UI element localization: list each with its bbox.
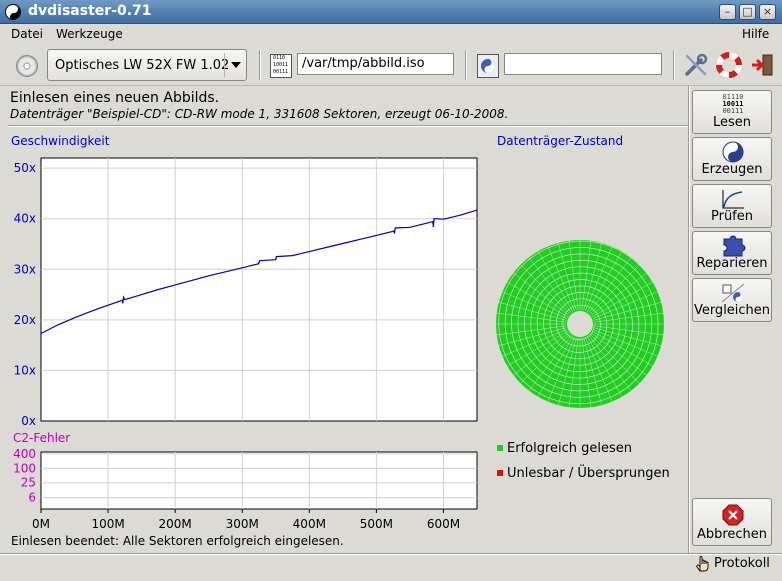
read-binary-icon: 01110 10011 00111 (707, 94, 759, 116)
hand-pointer-icon (696, 556, 710, 576)
ecc-file-input[interactable] (504, 53, 662, 75)
image-file-icon[interactable]: 0110 10011 00111 (270, 54, 292, 78)
x-tick-label: 600M (427, 517, 460, 531)
x-tick-label: 400M (293, 517, 326, 531)
compare-icon (720, 282, 746, 304)
disc-hole (567, 311, 593, 337)
create-button-label: Erzeugen (701, 162, 763, 177)
abort-button[interactable]: Abbrechen (692, 498, 772, 546)
drive-select-value: Optisches LW 52X FW 1.02 (55, 58, 230, 73)
status-headline: Einlesen eines neuen Abbilds. (10, 90, 220, 106)
menu-tools[interactable]: Werkzeuge (56, 27, 123, 41)
toolbar-separator (673, 50, 675, 80)
toolbar-separator (465, 50, 467, 80)
menu-file[interactable]: Datei (11, 27, 43, 41)
c2-y-tick-label: 100 (13, 461, 36, 475)
window-titlebar[interactable]: dvdisaster-0.71 – □ × (0, 0, 782, 24)
legend-bad-swatch (497, 470, 503, 476)
disc-state-spiral (496, 240, 664, 408)
drive-select[interactable]: Optisches LW 52X FW 1.02 (47, 49, 247, 81)
speed-dip-point (122, 301, 124, 304)
read-button[interactable]: 01110 10011 00111 Lesen (692, 90, 772, 134)
binary-text-line: 10011 (273, 62, 289, 68)
speed-dip-point (432, 225, 435, 228)
x-tick-label: 300M (226, 517, 259, 531)
speed-y-tick-label: 40x (14, 212, 36, 226)
x-tick-label: 500M (360, 517, 393, 531)
verify-button[interactable]: Prüfen (692, 184, 772, 228)
x-tick-label: 0M (32, 517, 50, 531)
speed-y-tick-label: 0x (21, 414, 36, 428)
speed-chart-title: Geschwindigkeit (11, 134, 110, 148)
speed-y-tick-label: 30x (14, 262, 36, 276)
speed-dip-point (258, 261, 260, 264)
puzzle-icon (720, 235, 746, 257)
legend-ok-swatch (497, 445, 503, 451)
preferences-icon[interactable] (683, 52, 709, 78)
create-button[interactable]: Erzeugen (692, 137, 772, 181)
repair-button-label: Reparieren (696, 256, 768, 271)
quit-icon[interactable] (749, 52, 775, 78)
c2-y-tick-label: 6 (28, 491, 36, 505)
ecc-file-icon[interactable] (477, 54, 499, 78)
toolbar-separator (259, 50, 261, 80)
log-button-label: Protokoll (714, 556, 770, 571)
menu-help[interactable]: Hilfe (742, 27, 769, 41)
image-file-input[interactable]: /var/tmp/abbild.iso (297, 53, 454, 75)
speed-plot-area (40, 157, 478, 422)
yin-yang-icon (720, 141, 746, 163)
medium-info: Datenträger "Beispiel-CD": CD-RW mode 1,… (10, 107, 509, 121)
curve-chart-icon (720, 188, 746, 210)
maximize-button[interactable]: □ (739, 4, 756, 20)
binary-text-line: 00111 (722, 107, 744, 115)
abort-button-label: Abbrechen (696, 527, 768, 542)
legend-ok-label: Erfolgreich gelesen (507, 441, 633, 456)
x-tick-label: 200M (159, 517, 192, 531)
medium-state-title: Datenträger-Zustand (497, 134, 624, 148)
speed-y-tick-label: 20x (14, 313, 36, 327)
stop-icon (720, 504, 746, 526)
window-title: dvdisaster-0.71 (28, 3, 152, 19)
speed-y-tick-label: 50x (14, 161, 36, 175)
minimize-button[interactable]: – (719, 4, 736, 20)
c2-y-tick-label: 400 (13, 447, 36, 461)
status-message: Einlesen beendet: Alle Sektoren erfolgre… (11, 534, 344, 548)
c2-y-tick-label: 25 (21, 476, 36, 490)
speed-dip-point (274, 258, 277, 260)
verify-button-label: Prüfen (710, 209, 753, 224)
cd-icon (16, 55, 38, 77)
close-button[interactable]: × (759, 4, 776, 20)
legend-bad-label: Unlesbar / Übersprungen (507, 466, 670, 481)
repair-button[interactable]: Reparieren (692, 231, 772, 275)
c2-chart: 400100256 0M 100M 200M 300M 400M 500M 600M (13, 447, 478, 531)
compare-button-label: Vergleichen (693, 303, 771, 318)
speed-y-tick-label: 10x (14, 363, 36, 377)
compare-button[interactable]: Vergleichen (692, 278, 772, 322)
log-button[interactable]: Protokoll (694, 554, 770, 574)
yin-yang-icon (5, 4, 21, 20)
sidebar-divider (688, 86, 690, 553)
read-button-label: Lesen (712, 115, 752, 130)
menubar: Datei Werkzeuge Hilfe (0, 24, 782, 44)
divider (8, 125, 688, 127)
statusbar-divider (0, 553, 782, 555)
speed-dip-point (393, 232, 396, 234)
x-tick-label: 100M (91, 517, 124, 531)
chevron-down-icon[interactable] (224, 53, 246, 77)
binary-text-line: 0110 (273, 55, 286, 61)
c2-plot-area (40, 451, 478, 510)
binary-text-line: 00111 (273, 69, 289, 75)
help-lifebuoy-icon[interactable] (716, 52, 742, 78)
